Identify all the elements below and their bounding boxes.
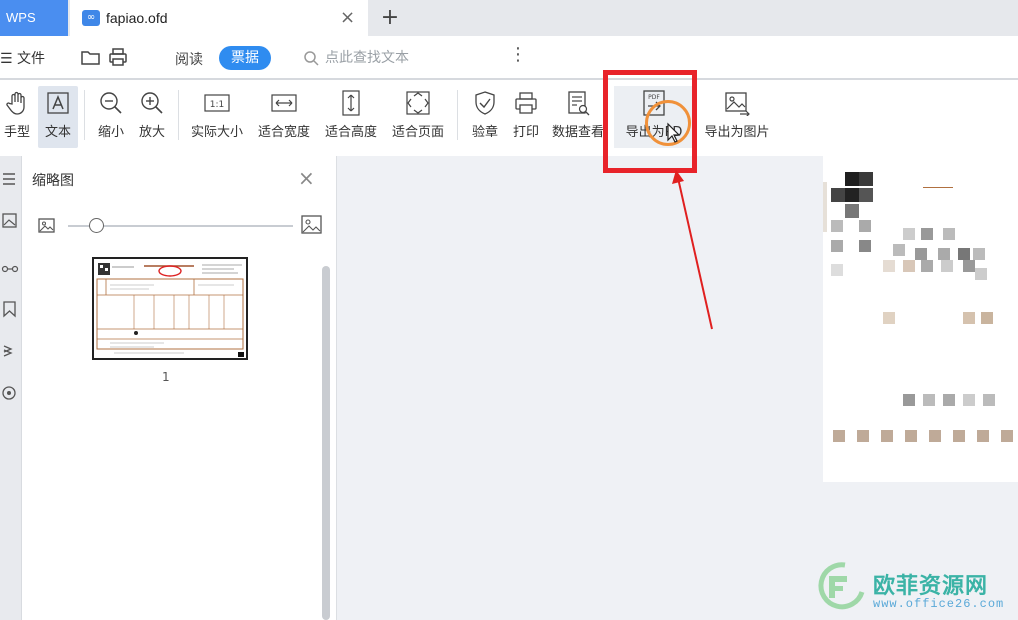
open-folder-icon[interactable] bbox=[80, 46, 102, 68]
actual-size-icon: 1:1 bbox=[204, 94, 230, 112]
actual-size-button[interactable]: 1:1 实际大小 bbox=[186, 86, 248, 148]
ofd-file-icon: ∞ bbox=[82, 10, 100, 26]
panel-title: 缩略图 bbox=[32, 173, 74, 189]
watermark-text: 欧菲资源网 bbox=[873, 574, 989, 599]
large-image-icon[interactable] bbox=[301, 215, 323, 235]
search-input[interactable] bbox=[325, 46, 495, 70]
toolbar-divider bbox=[178, 90, 179, 140]
zoom-in-button[interactable]: 放大 bbox=[132, 86, 172, 148]
print-button[interactable]: 打印 bbox=[507, 86, 545, 148]
data-view-button[interactable]: 数据查看 bbox=[548, 86, 608, 148]
print-icon[interactable] bbox=[107, 46, 129, 68]
shield-check-icon bbox=[475, 91, 495, 115]
thumbnail-icon[interactable] bbox=[1, 212, 19, 230]
toolbar-divider bbox=[457, 90, 458, 140]
fit-width-button[interactable]: 适合宽度 bbox=[252, 86, 316, 148]
data-view-label: 数据查看 bbox=[551, 125, 604, 140]
panel-scrollbar[interactable] bbox=[322, 266, 330, 620]
zoom-out-icon bbox=[100, 92, 122, 114]
read-mode-tab[interactable]: 阅读 bbox=[175, 49, 203, 69]
document-tab-title: fapiao.ofd bbox=[106, 10, 168, 26]
fit-width-label: 适合宽度 bbox=[257, 125, 310, 140]
file-menu-label: 文件 bbox=[17, 51, 46, 67]
hamburger-icon: ☰ bbox=[0, 51, 13, 67]
wps-app-tab[interactable]: WPS bbox=[0, 0, 68, 36]
slider-knob[interactable] bbox=[89, 218, 104, 233]
page-thumbnail[interactable] bbox=[92, 257, 248, 360]
attachment-icon[interactable] bbox=[1, 384, 19, 402]
watermark-logo bbox=[818, 562, 865, 610]
text-select-icon bbox=[47, 92, 69, 114]
left-icon-rail bbox=[0, 156, 22, 620]
close-tab-icon[interactable]: × bbox=[340, 0, 355, 36]
svg-text:1:1: 1:1 bbox=[210, 100, 224, 110]
fit-page-label: 适合页面 bbox=[391, 125, 444, 140]
outline-list-icon[interactable] bbox=[1, 170, 19, 188]
hand-tool-label: 手型 bbox=[3, 125, 30, 140]
printer-icon bbox=[515, 92, 537, 114]
fit-height-button[interactable]: 适合高度 bbox=[320, 86, 382, 148]
red-arrow bbox=[672, 170, 713, 330]
data-view-icon bbox=[568, 91, 590, 116]
zoom-out-button[interactable]: 缩小 bbox=[92, 86, 130, 148]
link-icon[interactable] bbox=[1, 260, 19, 278]
document-page-pixelated bbox=[823, 152, 1018, 482]
document-tab[interactable]: ∞ fapiao.ofd × bbox=[70, 0, 368, 36]
zoom-out-label: 缩小 bbox=[97, 125, 124, 140]
fit-page-icon bbox=[406, 91, 430, 115]
close-panel-icon[interactable]: × bbox=[298, 166, 315, 190]
export-image-button[interactable]: 导出为图片 bbox=[700, 86, 774, 148]
verify-seal-label: 验章 bbox=[471, 125, 498, 140]
thumbnail-panel: 缩略图 × 1 bbox=[22, 156, 337, 620]
tab-bar: WPS ∞ fapiao.ofd × + bbox=[0, 0, 1018, 36]
verify-seal-button[interactable]: 验章 bbox=[466, 86, 504, 148]
search-icon bbox=[304, 51, 319, 66]
menu-bar: ☰ 文件 阅读 票据 ⋮ bbox=[0, 36, 1018, 80]
bookmark-icon[interactable] bbox=[1, 300, 19, 318]
new-tab-button[interactable]: + bbox=[378, 0, 402, 36]
fit-page-button[interactable]: 适合页面 bbox=[386, 86, 450, 148]
toolbar: 手型 文本 缩小 放大 1:1 实际大小 适合宽度 适合高度 适合页面 验章 打… bbox=[0, 80, 1018, 154]
text-tool-button[interactable]: 文本 bbox=[38, 86, 78, 148]
invoice-preview bbox=[96, 263, 244, 357]
invoice-mode-tab[interactable]: 票据 bbox=[219, 46, 271, 70]
actual-size-label: 实际大小 bbox=[190, 125, 243, 140]
zoom-in-icon bbox=[141, 92, 163, 114]
fit-width-icon bbox=[271, 94, 297, 112]
hand-tool-button[interactable]: 手型 bbox=[0, 86, 34, 148]
page-number: 1 bbox=[162, 370, 170, 384]
export-image-icon bbox=[725, 92, 750, 116]
mouse-cursor-icon bbox=[667, 122, 681, 143]
toolbar-divider bbox=[84, 90, 85, 140]
fit-height-label: 适合高度 bbox=[324, 125, 377, 140]
file-menu[interactable]: ☰ 文件 bbox=[0, 48, 45, 68]
fit-height-icon bbox=[342, 90, 360, 116]
more-options-icon[interactable]: ⋮ bbox=[509, 44, 527, 65]
text-tool-label: 文本 bbox=[44, 125, 71, 140]
zoom-in-label: 放大 bbox=[138, 125, 165, 140]
print-label: 打印 bbox=[512, 125, 539, 140]
layers-icon[interactable] bbox=[1, 342, 19, 360]
export-image-label: 导出为图片 bbox=[704, 125, 770, 140]
hand-icon bbox=[6, 91, 25, 115]
small-image-icon[interactable] bbox=[38, 218, 56, 234]
watermark-url: www.office26.com bbox=[873, 597, 1005, 611]
